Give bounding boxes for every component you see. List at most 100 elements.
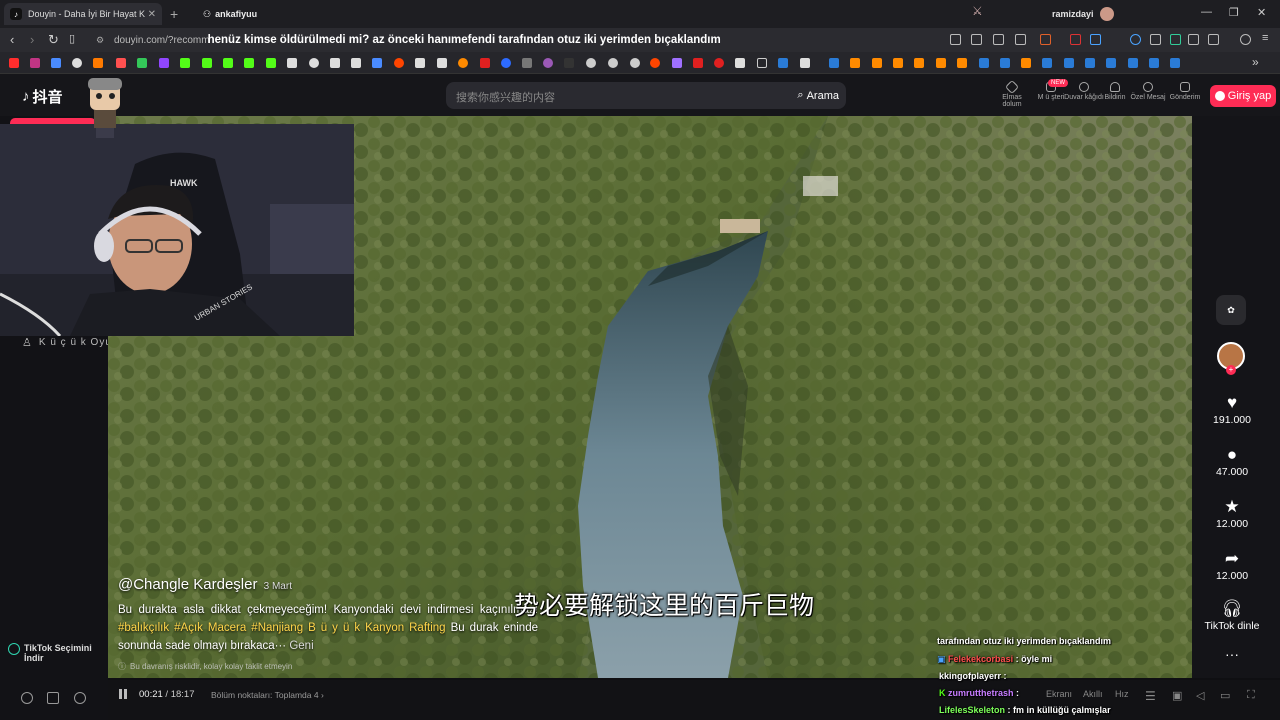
apps-icon[interactable] xyxy=(47,692,59,704)
extension-icon[interactable] xyxy=(1070,34,1081,45)
site-info-icon[interactable]: ⚙ xyxy=(96,35,104,46)
extension-icon[interactable] xyxy=(1090,34,1101,45)
extension-icon[interactable] xyxy=(1150,34,1161,45)
steam-bookmark-icon[interactable] xyxy=(778,58,788,68)
steam-bookmark-icon[interactable] xyxy=(1106,58,1116,68)
extensions-icon[interactable] xyxy=(1188,34,1199,45)
hashtag-link[interactable]: #Açık Macera xyxy=(174,622,246,634)
steam-bookmark-icon[interactable] xyxy=(1000,58,1010,68)
sidebar-item-small-games[interactable]: ♙ K ü ç ü k Oyu xyxy=(22,336,112,349)
more-icon[interactable]: ··· xyxy=(1192,646,1272,662)
extension-icon[interactable] xyxy=(1170,34,1181,45)
kick-bookmark-icon[interactable] xyxy=(244,58,254,68)
chapters-button[interactable]: Bölüm noktaları: Toplamda 4 › xyxy=(211,690,324,700)
bookmark-icon[interactable] xyxy=(93,58,103,68)
profile-tab[interactable]: ⚇ ankafiyuu xyxy=(203,3,257,25)
follow-plus-icon[interactable]: + xyxy=(1226,365,1236,375)
language-icon[interactable] xyxy=(971,34,982,45)
bookmark-icon[interactable] xyxy=(309,58,319,68)
back-icon[interactable]: ‹ xyxy=(10,32,14,47)
bookmark-icon[interactable] xyxy=(630,58,640,68)
bookmark-icon[interactable] xyxy=(893,58,903,68)
smart-button[interactable]: Akıllı xyxy=(1083,689,1103,699)
minimize-icon[interactable]: — xyxy=(1201,6,1212,18)
steam-bookmark-icon[interactable] xyxy=(1085,58,1095,68)
favorite-button[interactable]: ★ 12.000 xyxy=(1192,496,1272,530)
speed-button[interactable]: Hız xyxy=(1115,689,1129,699)
bookmark-icon[interactable] xyxy=(458,58,468,68)
nav-upload[interactable]: Gönderim xyxy=(1165,80,1205,101)
listen-button[interactable]: 🎧︎ TikTok dinle xyxy=(1192,598,1272,632)
hashtag-link[interactable]: #Nanjiang B ü y ü k Kanyon Rafting xyxy=(251,622,445,634)
new-tab-button[interactable]: + xyxy=(170,3,178,25)
kick-bookmark-icon[interactable] xyxy=(223,58,233,68)
steam-bookmark-icon[interactable] xyxy=(1064,58,1074,68)
nav-messages[interactable]: Özel Mesaj xyxy=(1128,80,1168,101)
twitch-bookmark-icon[interactable] xyxy=(159,58,169,68)
settings-icon[interactable] xyxy=(21,692,33,704)
close-tab-icon[interactable]: ✕ xyxy=(148,9,156,20)
bookmark-icon[interactable] xyxy=(72,58,82,68)
kick-bookmark-icon[interactable] xyxy=(180,58,190,68)
bookmark-icon[interactable] xyxy=(437,58,447,68)
bookmark-icon[interactable] xyxy=(522,58,532,68)
comment-button[interactable]: ● 47.000 xyxy=(1192,444,1272,478)
close-window-icon[interactable]: ✕ xyxy=(1257,6,1266,19)
hashtag-link[interactable]: #balıkçılık xyxy=(118,622,169,634)
reddit-bookmark-icon[interactable] xyxy=(394,58,404,68)
steam-bookmark-icon[interactable] xyxy=(1149,58,1159,68)
youtube-bookmark-icon[interactable] xyxy=(9,58,19,68)
x-bookmark-icon[interactable] xyxy=(351,58,361,68)
search-input[interactable]: 搜索你感兴趣的内容 ⌕ Arama xyxy=(446,82,846,109)
bookmark-icon[interactable] xyxy=(1021,58,1031,68)
tab-douyin[interactable]: ♪ Douyin - Daha İyi Bir Hayat K ✕ xyxy=(4,3,162,25)
bookmark-icon[interactable]: ▯ xyxy=(69,32,75,45)
bookmark-icon[interactable] xyxy=(872,58,882,68)
user-chip[interactable]: ramizdayi xyxy=(1052,7,1114,21)
bookmark-icon[interactable] xyxy=(137,58,147,68)
cast-icon[interactable] xyxy=(993,34,1004,45)
share-button[interactable]: ➦ 12.000 xyxy=(1192,548,1272,582)
bookmark-icon[interactable] xyxy=(480,58,490,68)
reload-icon[interactable]: ↻ xyxy=(48,32,59,48)
bookmark-icon[interactable] xyxy=(735,58,745,68)
bookmark-icon[interactable] xyxy=(650,58,660,68)
help-icon[interactable] xyxy=(74,692,86,704)
screen-label[interactable]: Ekranı xyxy=(1046,689,1072,699)
bookmark-icon[interactable] xyxy=(672,58,682,68)
share-icon[interactable] xyxy=(1015,34,1026,45)
sidebar-icon[interactable] xyxy=(1208,34,1219,45)
maximize-icon[interactable]: ❐ xyxy=(1229,6,1239,19)
bookmark-icon[interactable] xyxy=(330,58,340,68)
bookmark-icon[interactable] xyxy=(501,58,511,68)
bookmark-icon[interactable] xyxy=(372,58,382,68)
bookmark-icon[interactable] xyxy=(800,58,810,68)
steam-bookmark-icon[interactable] xyxy=(1042,58,1052,68)
bookmark-icon[interactable] xyxy=(543,58,553,68)
bookmark-icon[interactable] xyxy=(586,58,596,68)
forward-icon[interactable]: › xyxy=(30,32,34,47)
bookmark-icon[interactable] xyxy=(914,58,924,68)
playlist-icon[interactable]: ☰ xyxy=(1145,689,1156,703)
tiktok-download-promo[interactable]: TikTok Seçimini İndir xyxy=(8,643,108,663)
kick-bookmark-icon[interactable] xyxy=(202,58,212,68)
bookmark-icon[interactable] xyxy=(608,58,618,68)
steam-bookmark-icon[interactable] xyxy=(1170,58,1180,68)
bookmark-icon[interactable] xyxy=(693,58,703,68)
extension-icon[interactable] xyxy=(1130,34,1141,45)
bookmark-icon[interactable] xyxy=(51,58,61,68)
menu-icon[interactable]: ≡ xyxy=(1262,32,1268,44)
login-button[interactable]: Giriş yap xyxy=(1210,85,1276,107)
bookmark-icon[interactable] xyxy=(850,58,860,68)
more-bookmarks-icon[interactable]: » xyxy=(1252,55,1259,69)
fullscreen-icon[interactable]: ⛶ xyxy=(1247,689,1255,702)
steam-bookmark-icon[interactable] xyxy=(829,58,839,68)
bookmark-icon[interactable] xyxy=(116,58,126,68)
url-field[interactable]: ⚙ douyin.com/?recomm henüz kimse öldürül… xyxy=(92,31,942,49)
pause-icon[interactable] xyxy=(117,688,129,700)
douyin-logo[interactable]: ♪ 抖音 xyxy=(22,86,63,107)
bookmark-icon[interactable] xyxy=(936,58,946,68)
steam-bookmark-icon[interactable] xyxy=(1128,58,1138,68)
instagram-bookmark-icon[interactable] xyxy=(30,58,40,68)
video-author[interactable]: @Changle Kardeşler 3 Mart xyxy=(118,576,292,593)
